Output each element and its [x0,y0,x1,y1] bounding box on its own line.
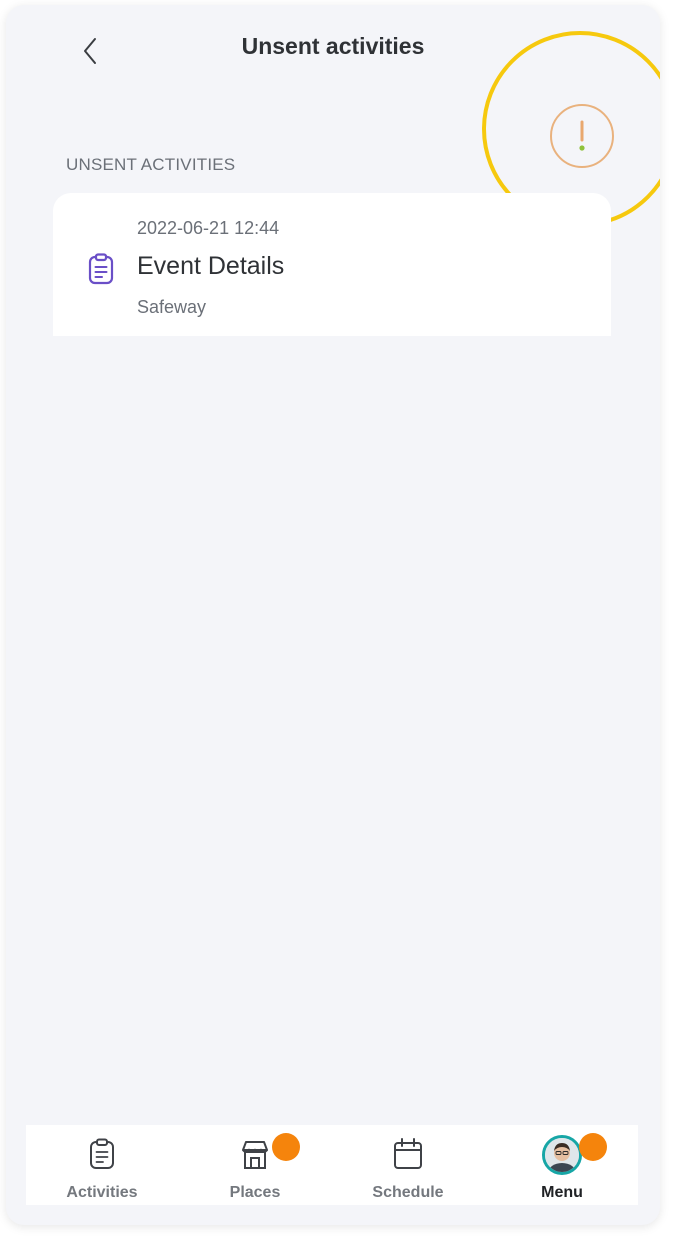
calendar-icon [394,1138,422,1169]
activity-card[interactable]: 2022-06-21 12:44 Event Details Safeway [53,193,611,336]
nav-places[interactable]: Places [195,1125,315,1205]
nav-label-schedule: Schedule [372,1184,444,1201]
activity-datetime: 2022-06-21 12:44 [137,218,280,238]
activity-place: Safeway [137,297,207,317]
menu-badge [579,1133,607,1161]
bottom-nav: Activities Places Schedule Menu [26,1125,638,1205]
exclamation-icon [579,120,585,151]
nav-label-menu: Menu [541,1184,583,1201]
nav-activities[interactable]: Activities [42,1125,162,1205]
places-badge [272,1133,300,1161]
app-screen: Unsent activities UNSENT ACTIVITIES 2022… [6,5,660,1225]
clipboard-icon [90,1138,114,1169]
clipboard-icon [88,253,114,285]
avatar [542,1135,582,1175]
nav-label-activities: Activities [66,1184,138,1201]
activity-title: Event Details [137,252,285,280]
warning-button[interactable] [550,104,614,168]
nav-menu[interactable]: Menu [502,1125,622,1205]
nav-schedule[interactable]: Schedule [348,1125,468,1205]
store-icon [242,1141,268,1169]
nav-label-places: Places [229,1184,281,1201]
section-label: UNSENT ACTIVITIES [66,155,236,174]
user-photo-icon [545,1138,579,1172]
